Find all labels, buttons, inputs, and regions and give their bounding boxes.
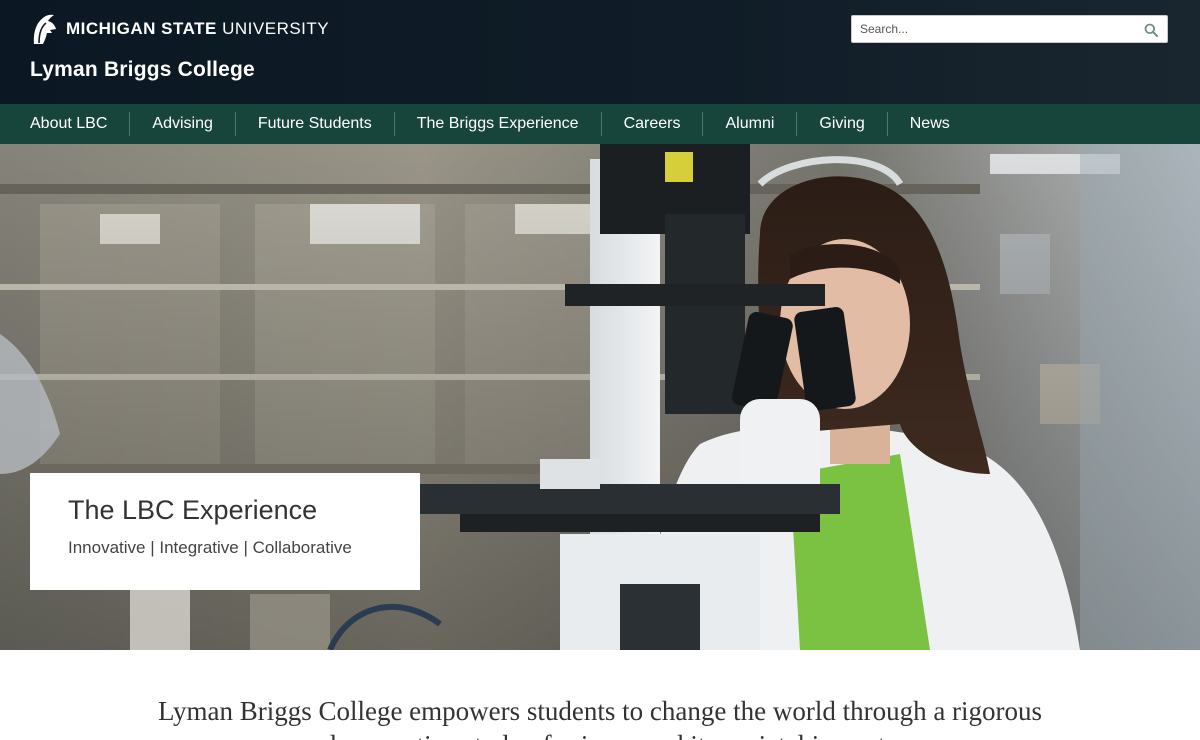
main-nav: About LBC Advising Future Students The B…	[0, 104, 1200, 144]
intro-statement: Lyman Briggs College empowers students t…	[157, 696, 1043, 740]
nav-item-careers[interactable]: Careers	[600, 112, 703, 136]
nav-item-future-students[interactable]: Future Students	[234, 112, 394, 136]
university-wordmark: MICHIGAN STATE UNIVERSITY	[66, 19, 330, 38]
search-input[interactable]	[860, 20, 1130, 38]
site-header: MICHIGAN STATE UNIVERSITY Lyman Briggs C…	[0, 0, 1200, 104]
msu-logo-link[interactable]: MICHIGAN STATE UNIVERSITY	[30, 12, 329, 46]
hero-banner: The LBC Experience Innovative | Integrat…	[0, 144, 1200, 650]
nav-item-about[interactable]: About LBC	[8, 112, 129, 136]
search-box	[851, 15, 1168, 43]
nav-item-advising[interactable]: Advising	[129, 112, 234, 136]
hero-caption-card[interactable]: The LBC Experience Innovative | Integrat…	[30, 473, 420, 590]
hero-title: The LBC Experience	[68, 495, 318, 525]
nav-item-alumni[interactable]: Alumni	[702, 112, 796, 136]
nav-item-news[interactable]: News	[886, 112, 972, 136]
nav-item-giving[interactable]: Giving	[796, 112, 886, 136]
intro-section: Lyman Briggs College empowers students t…	[0, 650, 1200, 740]
college-title[interactable]: Lyman Briggs College	[30, 58, 255, 82]
spartan-helmet-icon	[33, 14, 56, 44]
nav-item-briggs-experience[interactable]: The Briggs Experience	[393, 112, 601, 136]
hero-subtitle: Innovative | Integrative | Collaborative	[68, 538, 352, 557]
search-icon[interactable]	[1144, 23, 1158, 37]
